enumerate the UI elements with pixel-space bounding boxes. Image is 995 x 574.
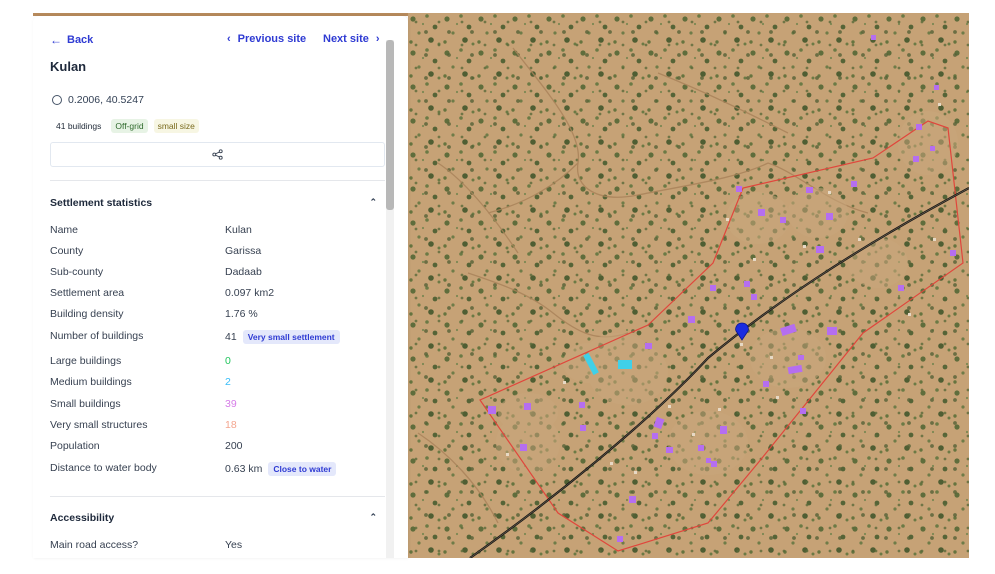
- coordinates-text: 0.2006, 40.5247: [68, 94, 144, 106]
- stat-row-very-small-structures: Very small structures 18: [50, 419, 385, 433]
- stat-row-sub-county: Sub-county Dadaab: [50, 266, 385, 280]
- stat-value: 1.76 %: [225, 308, 258, 320]
- settlement-statistics-title: Settlement statistics: [50, 197, 153, 209]
- chevron-right-icon: ›: [375, 33, 380, 45]
- stat-row-county: County Garissa: [50, 245, 385, 259]
- stat-label: Sub-county: [50, 266, 104, 278]
- section-divider: [50, 180, 385, 181]
- size-tag: small size: [153, 119, 199, 133]
- site-tags: 41 buildings Off-grid small size: [52, 119, 199, 133]
- settlement-size-badge: Very small settlement: [242, 330, 340, 344]
- stat-value: 200: [225, 440, 243, 452]
- previous-site-button[interactable]: ‹ Previous site: [227, 33, 306, 45]
- stat-label: Population: [50, 440, 100, 452]
- water-proximity-badge: Close to water: [268, 462, 337, 476]
- stat-label: Very small structures: [50, 419, 148, 431]
- stat-value: 39: [225, 398, 237, 410]
- chevron-up-icon[interactable]: ⌃: [369, 197, 377, 208]
- share-icon: [212, 149, 223, 160]
- chevron-left-icon: ‹: [227, 33, 231, 45]
- back-button[interactable]: ← Back: [50, 33, 93, 47]
- stat-label: Building density: [50, 308, 124, 320]
- satellite-map[interactable]: [408, 13, 969, 558]
- site-title: Kulan: [50, 59, 87, 74]
- stat-row-name: Name Kulan: [50, 224, 385, 238]
- site-details-panel: ← Back ‹ Previous site Next site › Kulan…: [33, 16, 408, 558]
- grid-status-tag: Off-grid: [111, 119, 148, 133]
- stat-label: Settlement area: [50, 287, 125, 299]
- stat-label: Small buildings: [50, 398, 121, 410]
- stat-value: 0: [225, 355, 231, 367]
- accessibility-header[interactable]: Accessibility ⌃: [50, 512, 385, 524]
- stat-value: 18: [225, 419, 237, 431]
- accessibility-title: Accessibility: [50, 512, 115, 524]
- stat-value: 41: [225, 331, 237, 343]
- stat-value: Kulan: [225, 224, 252, 236]
- map-canvas[interactable]: [408, 13, 969, 558]
- stat-row-medium-buildings: Medium buildings 2: [50, 376, 385, 390]
- share-button[interactable]: [50, 142, 385, 167]
- stat-row-settlement-area: Settlement area 0.097 km2: [50, 287, 385, 301]
- stat-label: Distance to water body: [50, 462, 157, 474]
- stat-value: Dadaab: [225, 266, 262, 278]
- stat-row-distance-to-water: Distance to water body 0.63 km Close to …: [50, 462, 385, 476]
- site-navigation: ← Back ‹ Previous site Next site ›: [50, 33, 382, 51]
- stat-value: Garissa: [225, 245, 262, 257]
- stat-value-group: 0.63 km Close to water: [225, 462, 337, 476]
- circle-icon: [52, 95, 62, 105]
- stat-label: Medium buildings: [50, 376, 132, 388]
- stat-value: 2: [225, 376, 231, 388]
- scrollbar-thumb[interactable]: [386, 40, 394, 210]
- access-row-main-road: Main road access? Yes: [50, 539, 385, 553]
- next-site-button[interactable]: Next site ›: [323, 33, 380, 45]
- stat-row-small-buildings: Small buildings 39: [50, 398, 385, 412]
- back-label: Back: [67, 34, 94, 46]
- chevron-up-icon[interactable]: ⌃: [369, 512, 377, 523]
- stat-value: 0.097 km2: [225, 287, 275, 299]
- access-value: Yes: [225, 539, 243, 551]
- stat-row-number-of-buildings: Number of buildings 41 Very small settle…: [50, 330, 385, 344]
- site-coordinates: 0.2006, 40.5247: [52, 94, 144, 106]
- settlement-statistics-header[interactable]: Settlement statistics ⌃: [50, 197, 385, 209]
- section-divider: [50, 496, 385, 497]
- previous-site-label: Previous site: [237, 33, 307, 45]
- stat-row-building-density: Building density 1.76 %: [50, 308, 385, 322]
- panel-scrollbar[interactable]: [386, 40, 394, 558]
- access-label: Main road access?: [50, 539, 139, 551]
- stat-row-population: Population 200: [50, 440, 385, 454]
- stat-label: Number of buildings: [50, 330, 144, 342]
- stat-row-large-buildings: Large buildings 0: [50, 355, 385, 369]
- stat-value-group: 41 Very small settlement: [225, 330, 340, 344]
- stat-label: Name: [50, 224, 79, 236]
- buildings-tag: 41 buildings: [56, 121, 102, 131]
- stat-value: 0.63 km: [225, 463, 263, 475]
- stat-label: County: [50, 245, 84, 257]
- arrow-left-icon: ←: [50, 33, 62, 47]
- next-site-label: Next site: [323, 33, 369, 45]
- stat-label: Large buildings: [50, 355, 122, 367]
